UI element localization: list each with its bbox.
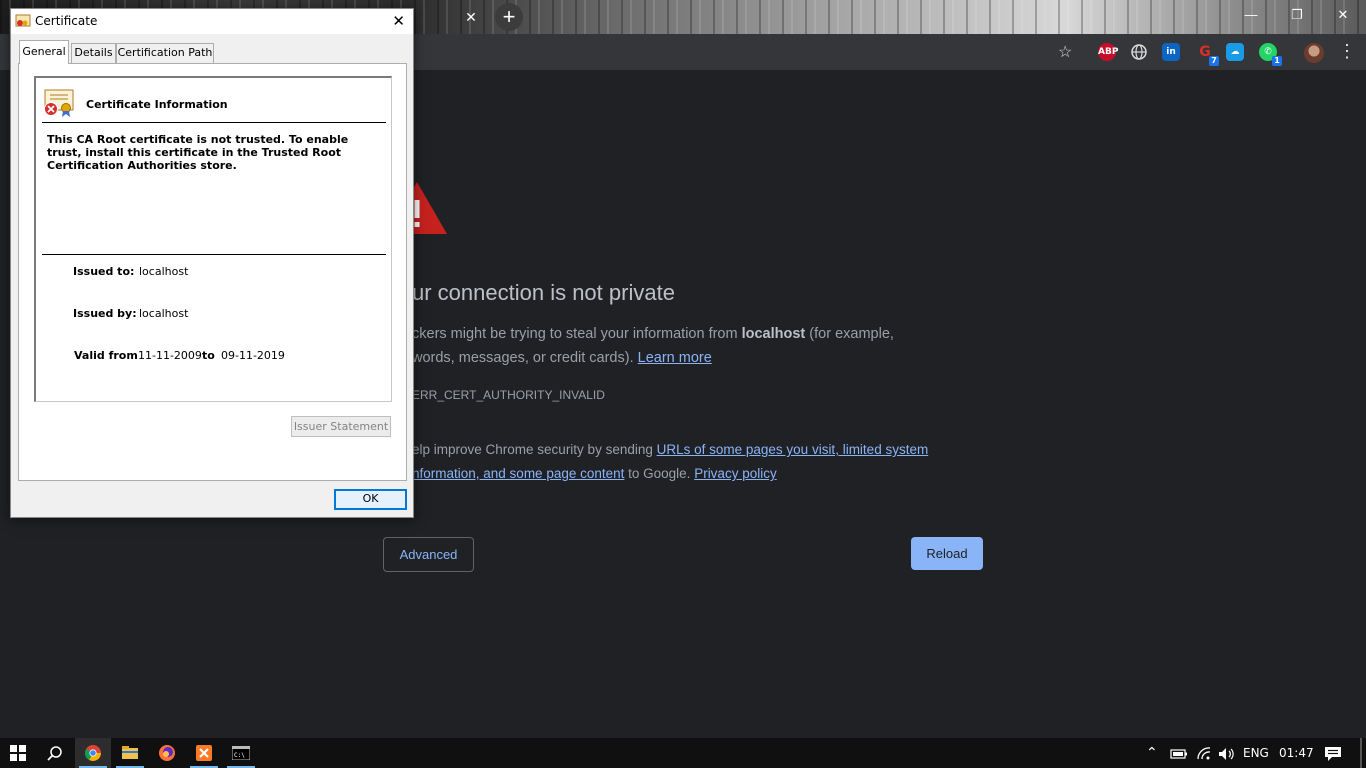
xampp-taskbar-icon[interactable] xyxy=(186,738,222,768)
valid-from-value: 11-11-2009 xyxy=(138,349,202,362)
windows-logo-icon xyxy=(10,745,26,761)
trust-warning-message: This CA Root certificate is not trusted.… xyxy=(47,133,349,172)
privacy-policy-link[interactable]: Privacy policy xyxy=(694,466,777,481)
firefox-taskbar-icon[interactable] xyxy=(149,738,185,768)
certificate-title-icon xyxy=(15,14,31,27)
valid-to-label: to xyxy=(202,349,215,362)
globe-icon[interactable] xyxy=(1130,43,1148,61)
window-close-button[interactable]: ✕ xyxy=(1320,0,1366,30)
restore-button[interactable]: ❐ xyxy=(1274,0,1320,30)
grammarly-icon[interactable]: G 7 xyxy=(1196,43,1219,66)
urls-info-link[interactable]: URLs of some pages you visit, limited sy… xyxy=(657,442,929,457)
language-indicator[interactable]: ENG xyxy=(1243,738,1269,768)
adblock-plus-icon[interactable]: ABP xyxy=(1098,43,1118,61)
error-code: ERR_CERT_AUTHORITY_INVALID xyxy=(412,388,605,402)
svg-text:C:\: C:\ xyxy=(234,752,245,759)
ok-button[interactable]: OK xyxy=(334,489,407,510)
whatsapp-badge: 1 xyxy=(1272,56,1282,66)
issued-by-value: localhost xyxy=(139,307,189,320)
issued-to-label: Issued to: xyxy=(73,265,135,278)
issued-by-label: Issued by: xyxy=(73,307,137,320)
certificate-error-icon xyxy=(44,89,74,117)
learn-more-link[interactable]: Learn more xyxy=(638,350,712,366)
certificate-info-box: Certificate Information This CA Root cer… xyxy=(34,76,392,402)
error-description-line-2: words, messages, or credit cards). Learn… xyxy=(412,350,712,366)
tab-general[interactable]: General xyxy=(19,40,69,64)
dialog-title-bar[interactable]: Certificate ✕ xyxy=(11,9,413,34)
cmd-taskbar-icon[interactable]: C:\ xyxy=(223,738,259,768)
tab-details[interactable]: Details xyxy=(71,43,116,63)
tab-certification-path[interactable]: Certification Path xyxy=(116,43,214,63)
dialog-title: Certificate xyxy=(35,14,98,28)
linkedin-icon[interactable]: in xyxy=(1162,43,1180,61)
chrome-taskbar-icon[interactable] xyxy=(75,738,111,768)
profile-avatar[interactable] xyxy=(1304,43,1324,63)
battery-icon[interactable] xyxy=(1170,738,1188,768)
whatsapp-icon[interactable]: ✆ 1 xyxy=(1259,43,1282,66)
search-icon xyxy=(47,746,62,761)
taskbar: C:\ ⌃ ENG 01:47 xyxy=(0,738,1366,768)
error-description-line-1: ckers might be trying to steal your info… xyxy=(412,326,894,342)
host-name: localhost xyxy=(741,326,806,342)
issuer-statement-button[interactable]: Issuer Statement xyxy=(291,416,391,437)
chrome-menu-icon[interactable]: ⋮ xyxy=(1338,40,1356,62)
tray-chevron-icon[interactable]: ⌃ xyxy=(1146,738,1158,768)
dialog-close-button[interactable]: ✕ xyxy=(392,12,405,30)
advanced-button[interactable]: Advanced xyxy=(383,537,474,572)
general-tab-panel: Certificate Information This CA Root cer… xyxy=(18,63,407,481)
certificate-info-title: Certificate Information xyxy=(86,98,228,111)
urls-info-link-cont[interactable]: nformation, and some page content xyxy=(412,466,624,481)
issued-to-value: localhost xyxy=(139,265,189,278)
show-desktop-button[interactable] xyxy=(1360,738,1362,768)
divider xyxy=(42,254,386,255)
divider xyxy=(42,122,386,123)
certificate-dialog: Certificate ✕ General Details Certificat… xyxy=(10,8,414,518)
action-center-icon[interactable] xyxy=(1324,738,1342,768)
valid-to-value: 09-11-2019 xyxy=(221,349,285,362)
tab-close-icon[interactable]: ✕ xyxy=(462,8,480,26)
clock[interactable]: 01:47 xyxy=(1279,738,1314,768)
help-improve-line-2: nformation, and some page content to Goo… xyxy=(412,466,777,481)
bookmark-star-icon[interactable]: ☆ xyxy=(1058,42,1072,62)
minimize-button[interactable]: — xyxy=(1228,0,1274,30)
wifi-icon[interactable] xyxy=(1196,738,1212,768)
reload-button[interactable]: Reload xyxy=(911,537,983,570)
valid-from-label: Valid from xyxy=(74,349,138,362)
search-button[interactable] xyxy=(37,738,73,768)
error-heading: ur connection is not private xyxy=(412,280,675,305)
new-tab-button[interactable]: + xyxy=(495,3,523,31)
cloud-icon[interactable]: ☁ xyxy=(1226,43,1244,61)
help-improve-line-1: elp improve Chrome security by sending U… xyxy=(412,442,929,457)
volume-icon[interactable] xyxy=(1218,738,1236,768)
grammarly-badge: 7 xyxy=(1209,56,1219,66)
start-button[interactable] xyxy=(0,738,36,768)
file-explorer-taskbar-icon[interactable] xyxy=(112,738,148,768)
